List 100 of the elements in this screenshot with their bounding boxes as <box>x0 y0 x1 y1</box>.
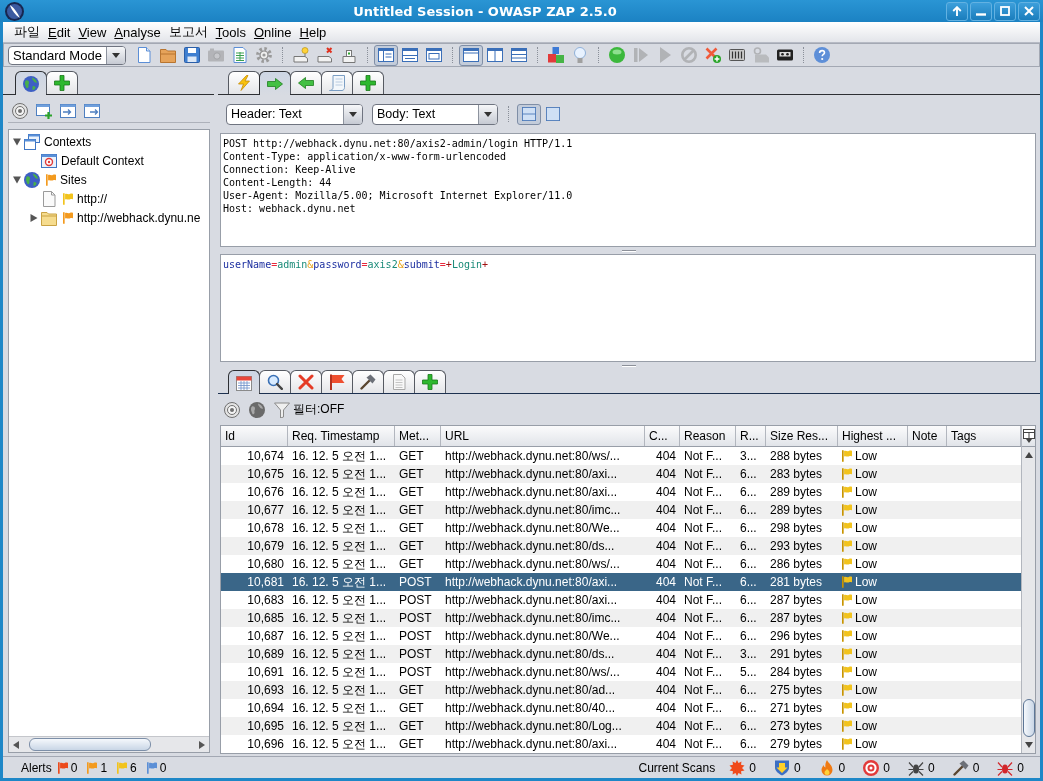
column-header[interactable]: Req. Timestamp <box>288 426 395 446</box>
panel-tab[interactable] <box>259 71 291 95</box>
column-header[interactable]: Reason <box>680 426 736 446</box>
table-row[interactable]: 10,681 16. 12. 5 오전 1... POST http://webhack.dynu.net:80/axi... 404 Not F... 6... 281 bytes Low <box>221 573 1021 591</box>
help-icon <box>814 47 830 63</box>
table-row[interactable]: 10,677 16. 12. 5 오전 1... GET http://webhack.dynu.net:80/imc... 404 Not F... 6... 289 bytes Low <box>221 501 1021 519</box>
column-header[interactable]: C... <box>645 426 680 446</box>
column-header[interactable]: Met... <box>395 426 441 446</box>
menu-item[interactable]: Analyse <box>110 24 165 40</box>
tree-item[interactable]: Default Context <box>61 153 144 168</box>
panel-tab[interactable] <box>290 370 322 393</box>
caret-down-icon[interactable] <box>13 175 21 184</box>
panel-tab[interactable] <box>15 71 47 95</box>
flag-icon <box>842 576 852 588</box>
menu-item[interactable]: Edit <box>44 24 75 40</box>
folder-icon <box>160 47 176 63</box>
filter-button[interactable]: 필터:OFF <box>274 401 345 418</box>
table-row[interactable]: 10,679 16. 12. 5 오전 1... GET http://webhack.dynu.net:80/ds... 404 Not F... 6... 293 bytes Low <box>221 537 1021 555</box>
column-header[interactable]: Id <box>221 426 288 446</box>
panel-tab[interactable] <box>290 71 322 94</box>
table-cell-text: Low <box>855 628 877 645</box>
globe-icon[interactable] <box>249 401 265 418</box>
table-row[interactable]: 10,685 16. 12. 5 오전 1... POST http://webhack.dynu.net:80/imc... 404 Not F... 6... 287 bytes Low <box>221 609 1021 627</box>
window-plus-icon[interactable] <box>36 103 52 119</box>
table-row[interactable]: 10,689 16. 12. 5 오전 1... POST http://webhack.dynu.net:80/ds... 404 Not F... 3... 291 bytes Low <box>221 645 1021 663</box>
table-cell-text: http://webhack.dynu.net:80/40... <box>444 700 617 717</box>
menu-item[interactable]: 보고서 <box>164 23 212 41</box>
table-cell-text: Not F... <box>683 610 723 627</box>
table-cell-text: Low <box>855 610 877 627</box>
request-body-field[interactable]: userName=admin&password=axis2&submit=+Login+ <box>220 254 1036 362</box>
keep-above-button[interactable] <box>946 1 968 21</box>
body-view-dropdown[interactable]: Body: Text <box>372 103 498 125</box>
table-cell-text: 6... <box>739 718 758 735</box>
table-cell-text: Low <box>855 592 877 609</box>
menu-item[interactable]: Online <box>249 24 296 40</box>
splitter-handle[interactable] <box>622 364 636 367</box>
tree-item[interactable]: Sites <box>60 172 87 187</box>
mode-dropdown[interactable]: Standard Mode <box>8 45 126 65</box>
table-cell-text: 5... <box>739 664 758 681</box>
flag-icon <box>842 486 852 498</box>
menu-item[interactable]: Help <box>295 24 331 40</box>
panel-tab[interactable] <box>46 71 78 94</box>
tree-item[interactable]: http://webhack.dynu.ne <box>77 210 201 225</box>
splitter-handle[interactable] <box>622 249 636 252</box>
panel-tab[interactable] <box>228 71 260 94</box>
table-cell-text: 16. 12. 5 오전 1... <box>291 466 388 483</box>
menu-item[interactable]: View <box>74 24 111 40</box>
panel-tab[interactable] <box>259 370 291 393</box>
caret-down-icon[interactable] <box>1024 742 1033 748</box>
column-chooser-button[interactable] <box>1022 426 1035 447</box>
panel-tab[interactable] <box>352 71 384 94</box>
panel-tab[interactable] <box>383 370 415 393</box>
table-cell-text: 298 bytes <box>769 520 824 537</box>
panel-tab[interactable] <box>321 71 353 94</box>
caret-up-icon[interactable] <box>1024 452 1033 458</box>
panel-tab[interactable] <box>352 370 384 393</box>
request-header-field[interactable]: POST http://webhack.dynu.net:80/axis2-admin/login HTTP/1.1 Content-Type: application/x-www-form-urlencoded Connection: Keep-Alive Content-Length: 44 User-Agent: Mozilla/5.00; Microsoft Internet Explorer/11.0 Host: webhack.dynu.net <box>220 133 1036 247</box>
close-button[interactable] <box>1018 1 1040 21</box>
shield-arrow-icon <box>773 759 790 776</box>
scrollbar-thumb[interactable] <box>1022 699 1035 737</box>
table-cell-text: 3... <box>739 646 758 663</box>
column-header[interactable]: Highest ... <box>838 426 908 446</box>
tree-item[interactable]: Contexts <box>44 134 92 149</box>
table-cell-text: 16. 12. 5 오전 1... <box>291 592 388 609</box>
column-header[interactable]: R... <box>736 426 766 446</box>
caret-left-icon[interactable] <box>13 740 19 749</box>
target-icon[interactable] <box>224 401 240 418</box>
flag-icon <box>842 702 852 714</box>
caret-down-icon[interactable] <box>13 137 21 146</box>
table-row[interactable]: 10,675 16. 12. 5 오전 1... GET http://webhack.dynu.net:80/axi... 404 Not F... 6... 283 bytes Low <box>221 465 1021 483</box>
minimize-button[interactable] <box>970 1 992 21</box>
toolbar-button[interactable] <box>374 44 398 66</box>
table-row[interactable]: 10,693 16. 12. 5 오전 1... GET http://webhack.dynu.net:80/ad... 404 Not F... 6... 275 bytes Low <box>221 681 1021 699</box>
windows-icon <box>24 133 40 150</box>
menu-item[interactable]: Tools <box>211 24 250 40</box>
table-cell-text: 404 <box>654 484 677 501</box>
app-logo-icon <box>5 1 24 21</box>
small-tray-icon <box>341 47 357 63</box>
toolbar-button[interactable] <box>459 44 483 66</box>
column-header[interactable]: URL <box>441 426 645 446</box>
view-toggle-button[interactable] <box>517 103 541 125</box>
caret-right-icon[interactable] <box>199 740 205 749</box>
menu-item[interactable]: 파일 <box>10 23 44 41</box>
caret-down-icon <box>484 111 492 117</box>
table-cell-text: GET <box>398 700 425 717</box>
target-icon[interactable] <box>12 103 28 119</box>
header-view-dropdown[interactable]: Header: Text <box>226 103 363 125</box>
table-cell-text: http://webhack.dynu.net:80/We... <box>444 628 621 645</box>
panel-tab[interactable] <box>414 370 446 393</box>
maximize-button[interactable] <box>994 1 1016 21</box>
table-row[interactable]: 10,695 16. 12. 5 오전 1... GET http://webhack.dynu.net:80/Log... 404 Not F... 6... 273 bytes Low <box>221 717 1021 735</box>
table-cell-text: Low <box>855 448 877 465</box>
column-header[interactable]: Size Res... <box>766 426 838 446</box>
caret-right-icon[interactable] <box>30 213 38 222</box>
panel-tab[interactable] <box>321 370 353 393</box>
scrollbar-thumb[interactable] <box>29 738 151 751</box>
table-cell-text: 16. 12. 5 오전 1... <box>291 556 388 573</box>
panel-tab[interactable] <box>228 370 260 394</box>
tree-item[interactable]: http:// <box>77 191 108 206</box>
table-cell-text: Not F... <box>683 700 723 717</box>
